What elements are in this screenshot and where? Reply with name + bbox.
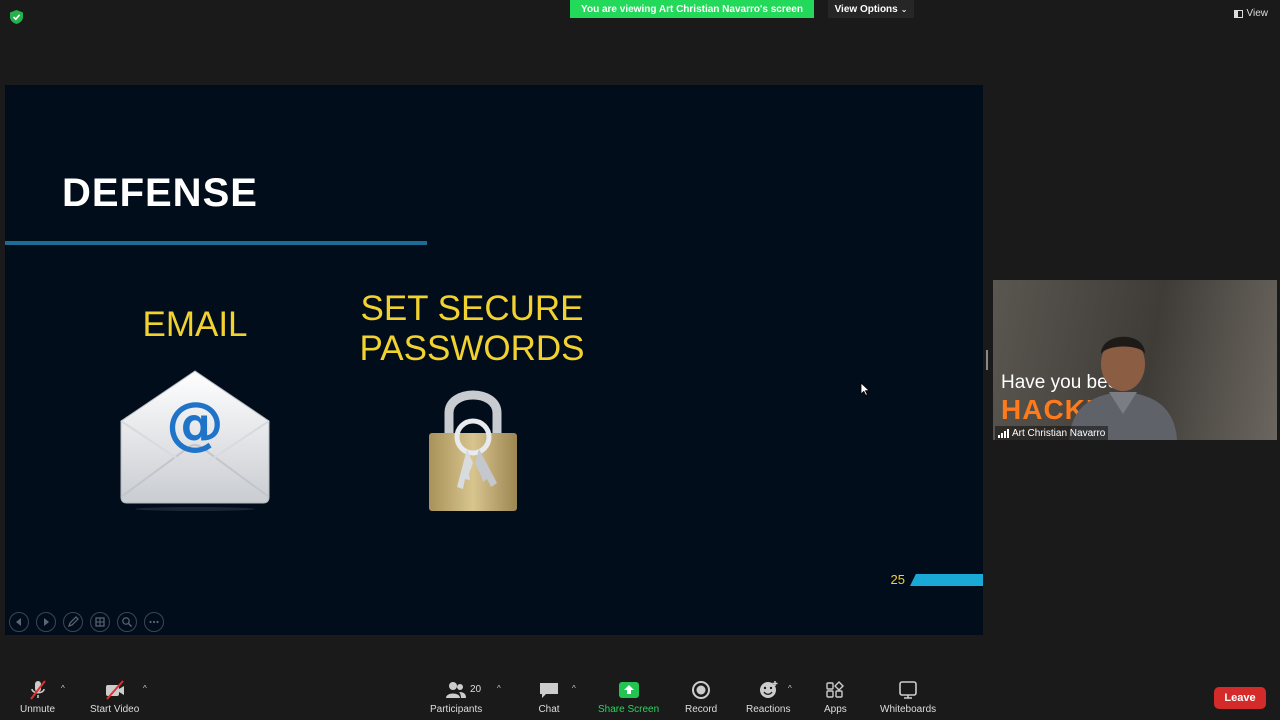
pen-tool-button[interactable]: [63, 612, 83, 632]
more-dots-icon: [149, 620, 159, 624]
meeting-toolbar: Unmute ^ Start Video ^ Participants 20 ^…: [0, 672, 1280, 720]
whiteboards-label: Whiteboards: [880, 704, 937, 715]
svg-text:@: @: [166, 389, 224, 457]
record-button[interactable]: Record: [685, 680, 717, 715]
chat-options-caret-icon[interactable]: ^: [572, 684, 576, 693]
title-underline: [5, 241, 427, 245]
reactions-options-caret-icon[interactable]: ^: [788, 684, 792, 693]
participants-options-caret-icon[interactable]: ^: [497, 684, 501, 693]
page-number-accent-bar: [910, 574, 983, 586]
viewing-screen-banner: You are viewing Art Christian Navarro's …: [570, 0, 814, 18]
whiteboards-button[interactable]: Whiteboards: [880, 680, 936, 715]
apps-icon: [826, 681, 845, 698]
share-screen-label: Share Screen: [598, 704, 660, 715]
viewing-screen-text: You are viewing Art Christian Navarro's …: [581, 3, 803, 15]
signal-strength-icon: [998, 428, 1009, 438]
grid-icon: [95, 617, 105, 627]
chat-button[interactable]: Chat: [538, 680, 560, 715]
chevron-down-icon: ⌄: [900, 4, 908, 14]
next-slide-button[interactable]: [36, 612, 56, 632]
audio-options-caret-icon[interactable]: ^: [61, 684, 65, 693]
passwords-heading-line1: SET SECURE: [360, 289, 584, 328]
microphone-muted-icon: [29, 680, 46, 700]
participant-figure: [1069, 336, 1177, 440]
padlock-keys-icon: [429, 390, 517, 511]
unmute-label: Unmute: [20, 704, 56, 715]
start-video-button[interactable]: Start Video: [90, 680, 139, 715]
passwords-heading: SET SECURE PASSWORDS: [325, 289, 619, 369]
slide-controls: [9, 612, 164, 632]
view-options-label: View Options: [834, 3, 898, 15]
chat-label: Chat: [538, 704, 560, 715]
participants-label: Participants: [430, 704, 483, 715]
start-video-label: Start Video: [90, 704, 140, 715]
view-label: View: [1246, 8, 1269, 19]
leave-button[interactable]: Leave: [1214, 687, 1266, 709]
previous-slide-button[interactable]: [9, 612, 29, 632]
participant-name: Art Christian Navarro: [1012, 427, 1106, 439]
share-screen-button[interactable]: Share Screen: [598, 680, 659, 715]
more-options-button[interactable]: [144, 612, 164, 632]
slide-page-number: 25: [890, 572, 905, 587]
share-screen-icon: [618, 682, 639, 698]
security-shield-icon[interactable]: [10, 10, 23, 24]
email-heading: EMAIL: [142, 305, 248, 344]
passwords-heading-line2: PASSWORDS: [359, 329, 585, 368]
arrow-left-icon: [16, 618, 21, 626]
slide-title: DEFENSE: [62, 171, 258, 215]
reactions-smiley-icon: [760, 681, 778, 698]
camera-off-icon: [105, 680, 124, 700]
slides-grid-button[interactable]: [90, 612, 110, 632]
participants-icon: [446, 682, 467, 698]
pen-icon: [68, 616, 79, 627]
chat-bubble-icon: [540, 683, 558, 698]
apps-button[interactable]: Apps: [824, 680, 847, 715]
video-options-caret-icon[interactable]: ^: [143, 684, 147, 693]
magnifier-icon: [122, 617, 132, 627]
leave-label: Leave: [1224, 692, 1256, 704]
zoom-button[interactable]: [117, 612, 137, 632]
shared-screen-slide: DEFENSE EMAIL SET SECURE PASSWORDS @ 25: [5, 85, 983, 635]
reactions-button[interactable]: Reactions: [746, 680, 790, 715]
view-options-button[interactable]: View Options ⌄: [828, 0, 914, 18]
unmute-button[interactable]: Unmute: [20, 680, 55, 715]
reactions-label: Reactions: [746, 704, 791, 715]
participants-count: 20: [470, 684, 482, 695]
record-icon: [692, 681, 711, 699]
email-envelope-icon: @: [120, 370, 270, 511]
view-layout-icon: [1233, 9, 1243, 18]
mouse-cursor-icon: [860, 382, 870, 396]
view-button[interactable]: View: [1233, 8, 1269, 19]
record-label: Record: [685, 704, 718, 715]
arrow-right-icon: [44, 618, 49, 626]
participant-video-tile[interactable]: Have you been HACKED Art Christian Navar…: [993, 280, 1277, 440]
participant-name-tag: Art Christian Navarro: [995, 426, 1109, 440]
whiteboard-icon: [899, 681, 917, 699]
apps-label: Apps: [824, 704, 847, 715]
panel-resize-handle[interactable]: [986, 350, 988, 370]
